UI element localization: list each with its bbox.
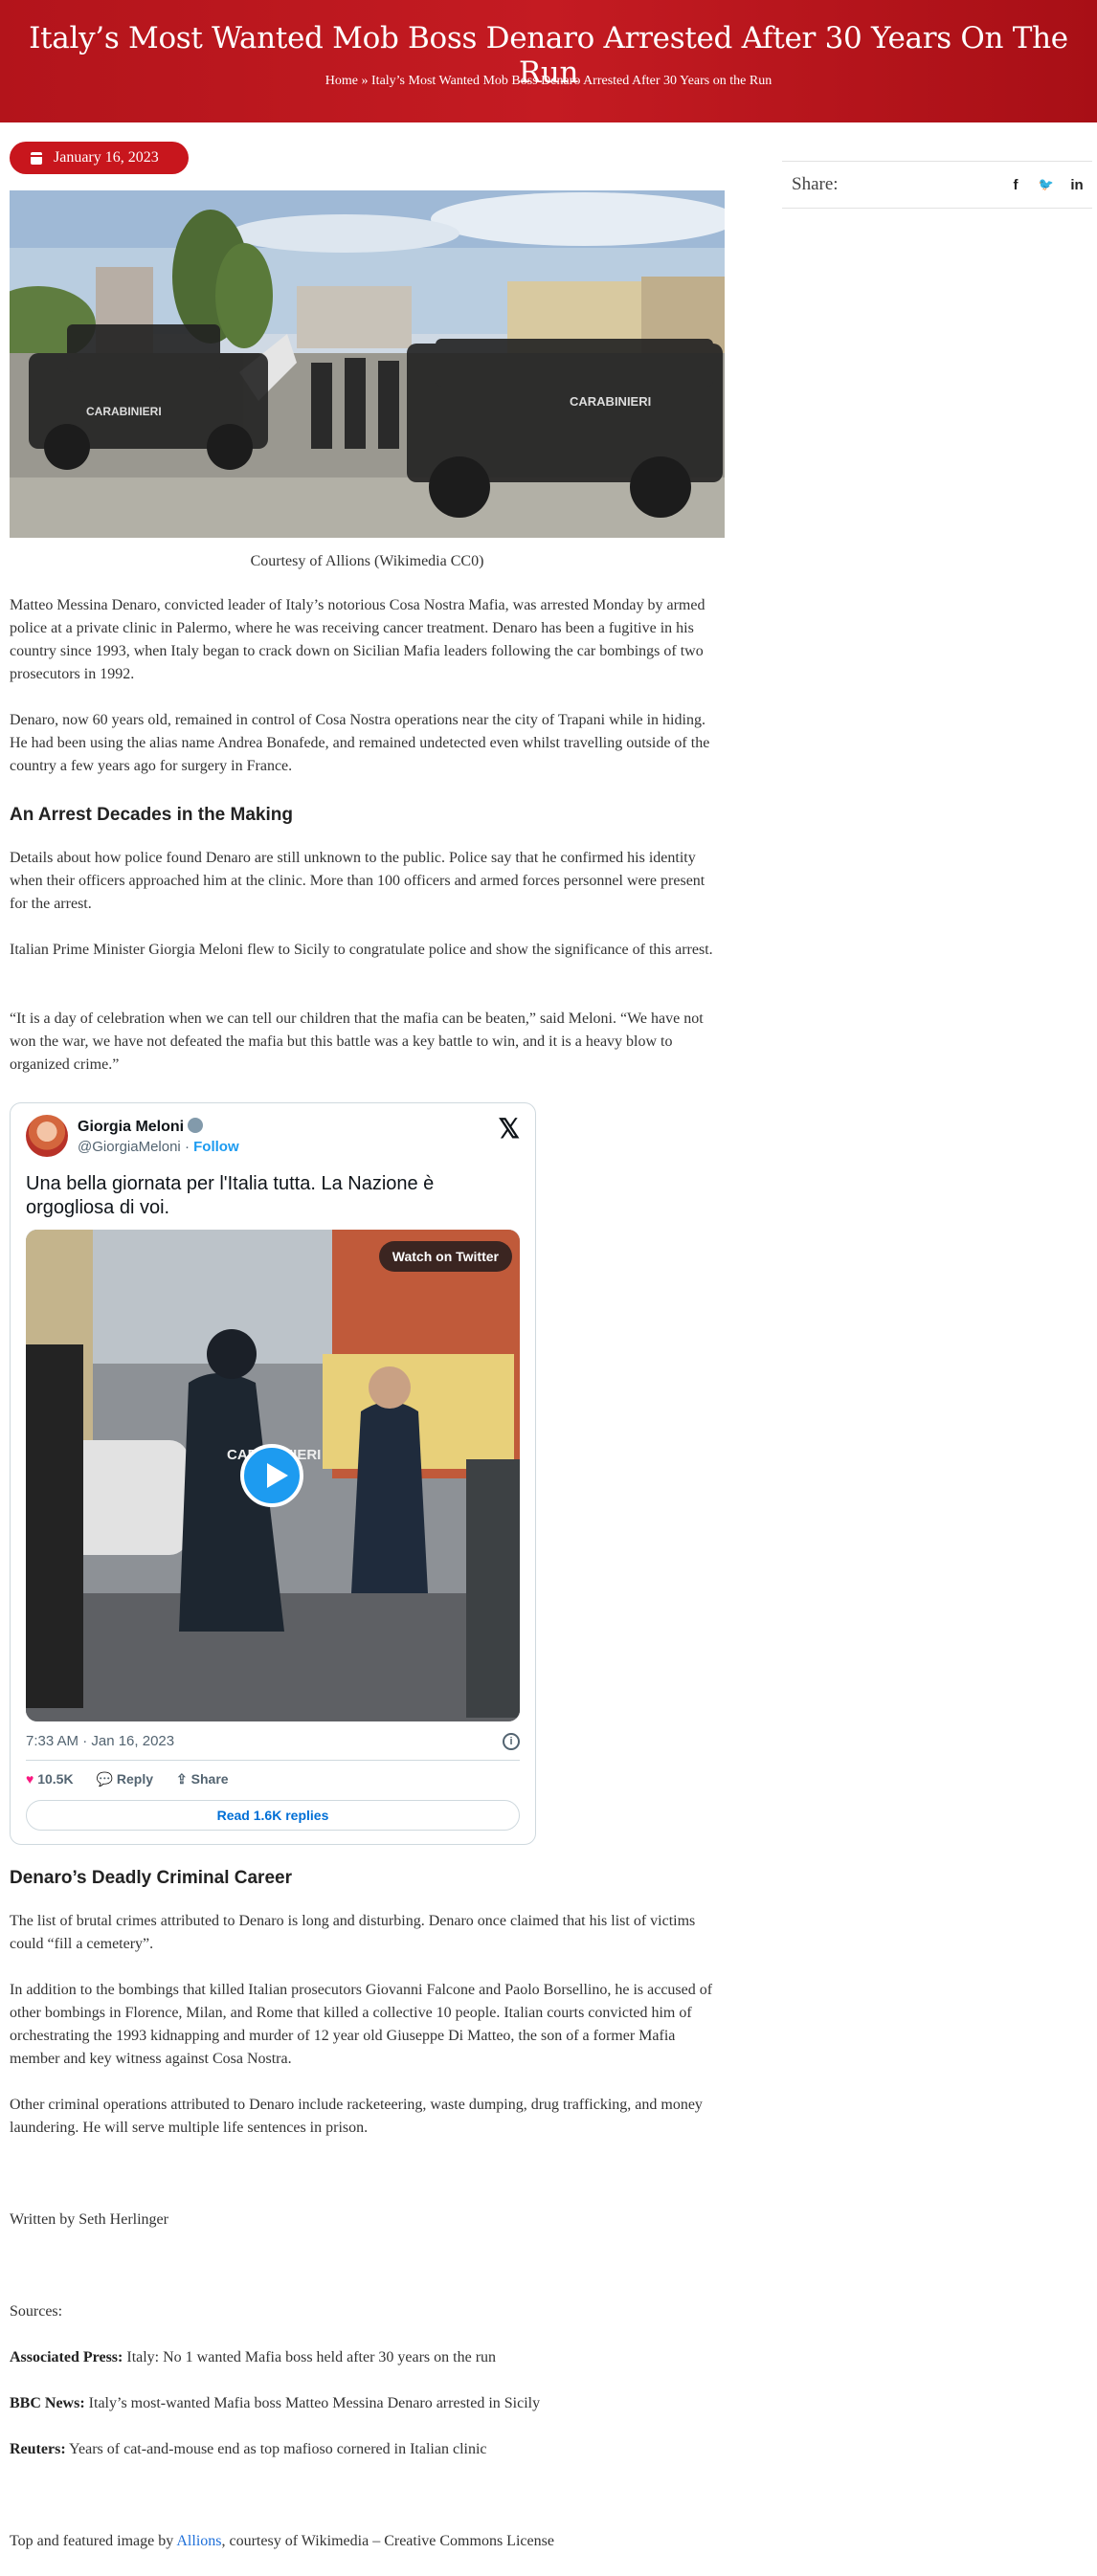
tweet-author-name-text[interactable]: Giorgia Meloni <box>78 1119 184 1135</box>
reply-label: Reply <box>116 1771 154 1787</box>
breadcrumb: Home » Italy’s Most Wanted Mob Boss Dena… <box>0 74 1097 89</box>
image-credit: Top and featured image by Allions, court… <box>10 2530 725 2553</box>
sources-label: Sources: <box>10 2303 63 2320</box>
source-title-link[interactable]: Italy’s most-wanted Mafia boss Matteo Me… <box>89 2395 540 2411</box>
article-paragraph: Denaro, now 60 years old, remained in co… <box>10 712 710 774</box>
page-header-banner: Italy’s Most Wanted Mob Boss Denaro Arre… <box>0 0 1097 122</box>
twitter-icon[interactable]: 🐦 <box>1031 177 1062 192</box>
source-outlet: Reuters: <box>10 2441 66 2457</box>
breadcrumb-home-link[interactable]: Home <box>325 74 358 88</box>
tweet-text: Una bella giornata per l'Italia tutta. L… <box>26 1173 435 1218</box>
image-credit-prefix: Top and featured image by <box>10 2533 177 2549</box>
featured-image: CARABINIERI CARABINIERI <box>10 190 725 538</box>
tweet-video[interactable]: CARABINIERI Watch on Twitter <box>26 1230 520 1721</box>
tweet-author-name[interactable]: Giorgia Meloni <box>78 1118 204 1136</box>
avatar[interactable] <box>26 1115 68 1157</box>
verified-badge-icon <box>188 1118 204 1133</box>
source-title-link[interactable]: Italy: No 1 wanted Mafia boss held after… <box>126 2349 496 2365</box>
section-heading-career: Denaro’s Deadly Criminal Career <box>10 1868 292 1888</box>
article-paragraph: The list of brutal crimes attributed to … <box>10 1913 696 1952</box>
share-icon: ⇪ <box>176 1771 188 1787</box>
tweet-handle-text[interactable]: @GiorgiaMeloni <box>78 1139 181 1155</box>
source-item: Reuters: Years of cat-and-mouse end as t… <box>10 2438 725 2461</box>
watch-on-twitter-button[interactable]: Watch on Twitter <box>378 1241 512 1272</box>
tweet-divider <box>26 1760 520 1761</box>
post-date-badge: January 16, 2023 <box>10 142 189 174</box>
calendar-icon <box>31 151 42 165</box>
like-count: 10.5K <box>37 1771 74 1787</box>
breadcrumb-current: Italy’s Most Wanted Mob Boss Denaro Arre… <box>371 74 772 88</box>
author-credit: Written by Seth Herlinger <box>10 2211 168 2228</box>
linkedin-icon[interactable]: in <box>1062 177 1092 193</box>
reply-icon: 💬 <box>96 1771 113 1787</box>
info-icon[interactable]: i <box>503 1733 520 1750</box>
breadcrumb-separator: » <box>361 74 369 88</box>
source-item: BBC News: Italy’s most-wanted Mafia boss… <box>10 2392 725 2415</box>
embedded-tweet: Giorgia Meloni @GiorgiaMeloni · Follow 𝕏… <box>10 1102 536 1845</box>
heart-icon: ♥ <box>26 1771 34 1787</box>
post-date: January 16, 2023 <box>54 149 159 166</box>
tweet-author-handle: @GiorgiaMeloni · Follow <box>78 1139 239 1155</box>
article-paragraph: Other criminal operations attributed to … <box>10 2097 703 2136</box>
tweet-handle-separator: · <box>180 1139 194 1155</box>
featured-image-graphic: CARABINIERI CARABINIERI <box>10 190 725 538</box>
share-bar: Share: f 🐦 in <box>782 161 1092 209</box>
source-item: Associated Press: Italy: No 1 wanted Maf… <box>10 2346 725 2369</box>
article-paragraph: In addition to the bombings that killed … <box>10 1982 713 2067</box>
source-title-link[interactable]: Years of cat-and-mouse end as top mafios… <box>69 2441 486 2457</box>
x-logo-icon[interactable]: 𝕏 <box>498 1113 520 1144</box>
section-heading-arrest: An Arrest Decades in the Making <box>10 805 293 825</box>
article-paragraph: Matteo Messina Denaro, convicted leader … <box>10 597 705 682</box>
svg-text:CARABINIERI: CARABINIERI <box>570 394 651 409</box>
source-outlet: Associated Press: <box>10 2349 123 2365</box>
source-outlet: BBC News: <box>10 2395 85 2411</box>
svg-text:CARABINIERI: CARABINIERI <box>86 405 162 418</box>
article-paragraph: Details about how police found Denaro ar… <box>10 850 705 912</box>
tweet-timestamp[interactable]: 7:33 AM · Jan 16, 2023 <box>26 1733 174 1749</box>
image-credit-link[interactable]: Allions <box>176 2533 221 2549</box>
like-button[interactable]: ♥ 10.5K <box>26 1771 74 1788</box>
image-caption: Courtesy of Allions (Wikimedia CC0) <box>250 553 484 569</box>
share-button[interactable]: ⇪ Share <box>176 1771 229 1788</box>
play-icon[interactable] <box>240 1444 303 1507</box>
reply-button[interactable]: 💬 Reply <box>97 1771 153 1788</box>
tweet-actions: ♥ 10.5K 💬 Reply ⇪ Share <box>26 1771 229 1788</box>
article-paragraph: “It is a day of celebration when we can … <box>10 1010 704 1073</box>
image-credit-suffix: , courtesy of Wikimedia – Creative Commo… <box>221 2533 554 2549</box>
read-replies-button[interactable]: Read 1.6K replies <box>26 1800 520 1831</box>
facebook-icon[interactable]: f <box>1000 177 1031 193</box>
article-paragraph: Italian Prime Minister Giorgia Meloni fl… <box>10 942 713 958</box>
follow-button[interactable]: Follow <box>193 1139 239 1155</box>
share-label: Share <box>190 1771 229 1787</box>
share-label: Share: <box>792 174 839 194</box>
